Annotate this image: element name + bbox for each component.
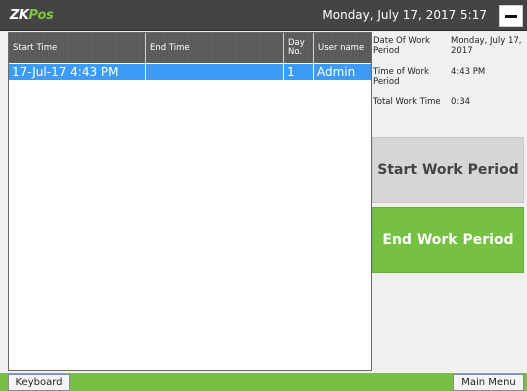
table-row[interactable]: 17-Jul-17 4:43 PM 1 Admin <box>9 64 371 80</box>
column-header-end-time[interactable]: End Time <box>146 33 284 63</box>
minimize-button[interactable] <box>499 5 523 27</box>
cell-start-time: 17-Jul-17 4:43 PM <box>9 64 146 80</box>
logo-text-zk: ZK <box>10 8 29 23</box>
total-work-time-label: Total Work Time <box>373 97 441 107</box>
column-header-start-time[interactable]: Start Time <box>9 33 146 63</box>
bottom-bar <box>0 373 527 391</box>
minus-icon <box>505 15 517 18</box>
end-work-period-button[interactable]: End Work Period <box>372 207 524 273</box>
cell-day-no: 1 <box>284 64 314 80</box>
work-periods-table: Start Time End Time Day No. User name 17… <box>8 32 372 371</box>
cell-user-name: Admin <box>317 65 356 79</box>
main-menu-button[interactable]: Main Menu <box>453 374 524 391</box>
cell-end-time <box>146 64 284 80</box>
start-work-period-button[interactable]: Start Work Period <box>372 137 524 203</box>
time-of-work-period-value: 4:43 PM <box>451 67 486 77</box>
column-header-day-no[interactable]: Day No. <box>284 33 314 63</box>
logo-text-pos: Pos <box>28 8 54 23</box>
column-header-user-name[interactable]: User name <box>314 33 371 63</box>
app-logo: ZKPos <box>10 6 54 26</box>
current-datetime: Monday, July 17, 2017 5:17 <box>322 8 487 22</box>
date-of-work-period-label: Date Of Work Period <box>373 36 430 56</box>
table-header: Start Time End Time Day No. User name <box>9 33 371 63</box>
keyboard-button[interactable]: Keyboard <box>8 374 70 391</box>
total-work-time-value: 0:34 <box>451 97 471 107</box>
title-bar: ZKPos Monday, July 17, 2017 5:17 <box>0 0 527 31</box>
date-of-work-period-value: Monday, July 17, 2017 <box>451 36 522 56</box>
time-of-work-period-label: Time of Work Period <box>373 67 429 87</box>
